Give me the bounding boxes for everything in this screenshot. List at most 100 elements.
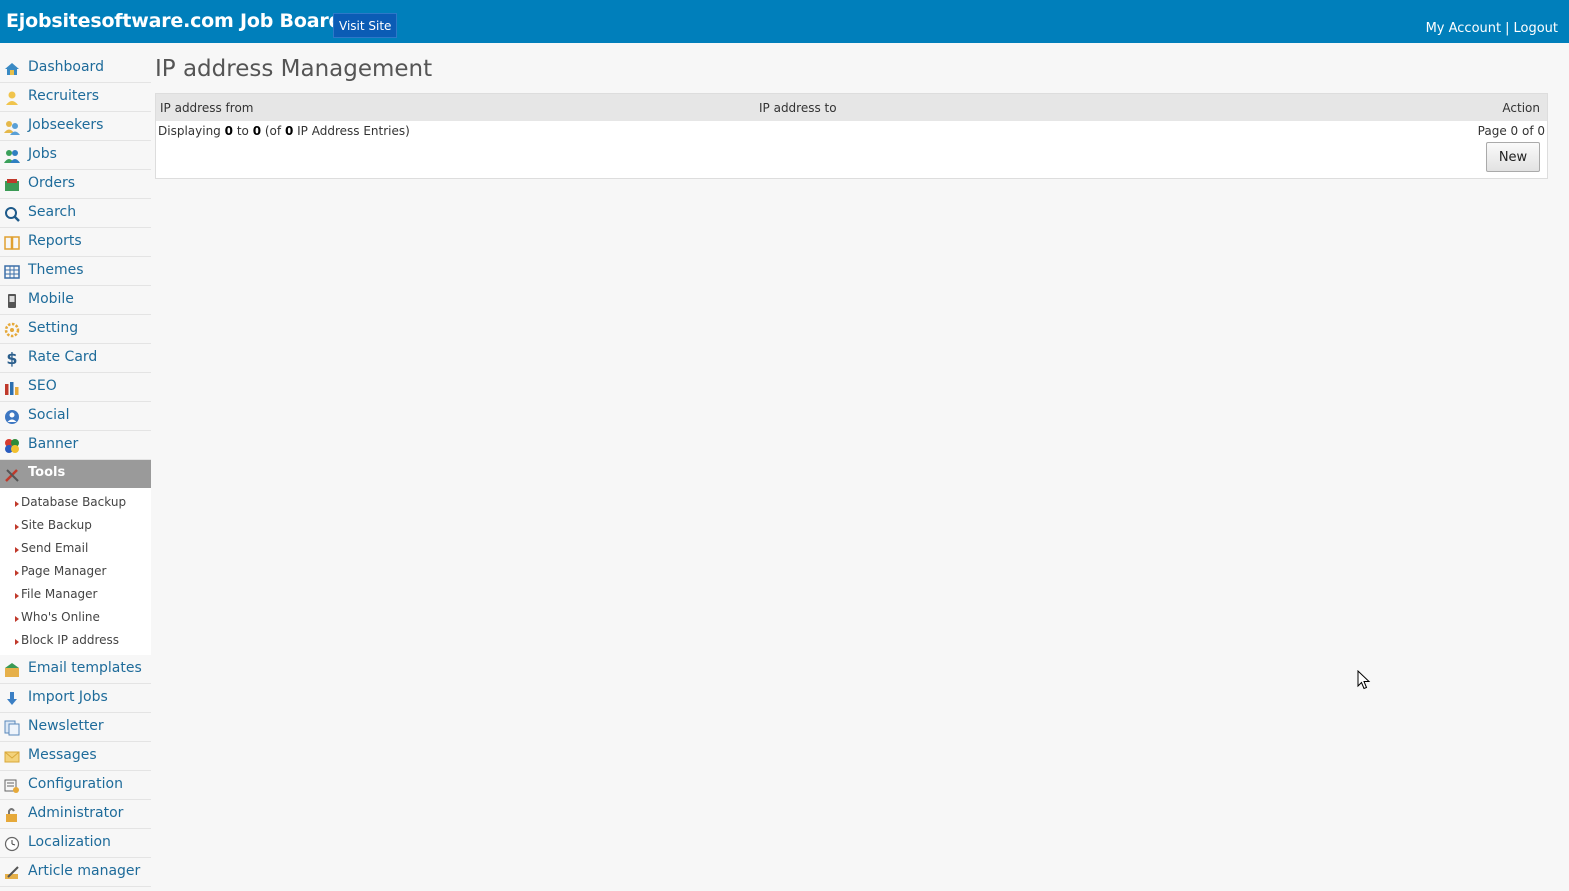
submenu-item-send-email[interactable]: Send Email [0,537,151,560]
lock-icon [4,807,20,823]
bullet-arrow-icon [15,593,19,599]
info-of: (of [264,124,282,138]
sidebar-item-import-jobs[interactable]: Import Jobs [0,684,151,713]
record-count-info: Displaying 0 to 0 (of 0 IP Address Entri… [158,124,410,138]
sidebar-item-label: Dashboard [28,59,104,75]
account-links: My Account | Logout [1426,21,1558,36]
sidebar-item-email-templates[interactable]: Email templates [0,655,151,684]
download-icon [4,691,20,707]
submenu-item-label: Block IP address [21,633,120,647]
submenu-item-label: File Manager [21,587,98,601]
info-end: 0 [252,124,262,138]
sidebar-item-localization[interactable]: Localization [0,829,151,858]
user-icon [4,90,20,106]
sidebar-nav: Dashboard Recruiters Jobseekers Jobs Ord… [0,54,151,887]
sidebar-item-label: Social [28,407,70,423]
sidebar-item-seo[interactable]: SEO [0,373,151,402]
column-header-ip-to[interactable]: IP address to [759,101,837,115]
sidebar-item-label: Jobseekers [28,117,104,133]
info-to: to [236,124,249,138]
info-total: 0 [284,124,294,138]
new-button[interactable]: New [1486,142,1540,172]
column-header-action: Action [1502,101,1540,115]
sidebar-item-label: Email templates [28,660,142,676]
sidebar-item-label: Themes [28,262,84,278]
banner-icon [4,438,20,454]
newsletter-icon [4,720,20,736]
sidebar-item-label: Jobs [28,146,57,162]
pen-icon [4,865,20,881]
submenu-item-block-ip-address[interactable]: Block IP address [0,629,151,652]
sidebar-item-jobs[interactable]: Jobs [0,141,151,170]
users-icon [4,119,20,135]
submenu-item-label: Database Backup [21,495,127,509]
bullet-arrow-icon [15,616,19,622]
sidebar-item-reports[interactable]: Reports [0,228,151,257]
sidebar-item-label: Newsletter [28,718,104,734]
book-icon [4,235,20,251]
sidebar-item-label: Reports [28,233,82,249]
sidebar-item-label: Banner [28,436,79,452]
bar-chart-icon [4,380,20,396]
bullet-arrow-icon [15,639,19,645]
sidebar-item-themes[interactable]: Themes [0,257,151,286]
pagination-info: Page 0 of 0 [1477,124,1545,138]
sidebar-item-label: Messages [28,747,97,763]
sidebar-item-label: Localization [28,834,111,850]
site-brand-title[interactable]: Ejobsitesoftware.com Job Board [6,10,342,32]
sidebar-item-label: Recruiters [28,88,100,104]
submenu-item-label: Send Email [21,541,89,555]
bullet-arrow-icon [15,547,19,553]
bullet-arrow-icon [15,570,19,576]
sidebar-item-configuration[interactable]: Configuration [0,771,151,800]
page-title: IP address Management [155,56,433,82]
sidebar-item-administrator[interactable]: Administrator [0,800,151,829]
grid-icon [4,264,20,280]
submenu-item-site-backup[interactable]: Site Backup [0,514,151,537]
sidebar-item-newsletter[interactable]: Newsletter [0,713,151,742]
top-header-bar: Ejobsitesoftware.com Job Board Visit Sit… [0,0,1569,43]
main-content: IP address Management IP address from IP… [155,56,1548,179]
sidebar-item-search[interactable]: Search [0,199,151,228]
tools-icon [4,467,20,483]
submenu-item-database-backup[interactable]: Database Backup [0,491,151,514]
sidebar-item-article-manager[interactable]: Article manager [0,858,151,887]
logout-link[interactable]: Logout [1513,21,1558,36]
gear-icon [4,322,20,338]
visit-site-button[interactable]: Visit Site [333,13,398,38]
sidebar-item-social[interactable]: Social [0,402,151,431]
submenu-item-label: Who's Online [21,610,100,624]
sidebar-item-label: Orders [28,175,76,191]
sidebar-item-label: SEO [28,378,57,394]
cart-icon [4,177,20,193]
submenu-item-page-manager[interactable]: Page Manager [0,560,151,583]
sidebar-item-messages[interactable]: Messages [0,742,151,771]
sidebar-item-label: Configuration [28,776,123,792]
home-icon [4,61,20,77]
envelope-open-icon [4,662,20,678]
my-account-link[interactable]: My Account [1426,21,1502,36]
column-header-ip-from[interactable]: IP address from [160,101,253,115]
submenu-item-whos-online[interactable]: Who's Online [0,606,151,629]
mobile-icon [4,293,20,309]
sidebar-item-label: Administrator [28,805,124,821]
mail-icon [4,749,20,765]
people-icon [4,148,20,164]
sidebar-item-rate-card[interactable]: $ Rate Card [0,344,151,373]
submenu-item-file-manager[interactable]: File Manager [0,583,151,606]
sidebar-item-dashboard[interactable]: Dashboard [0,54,151,83]
sidebar-item-jobseekers[interactable]: Jobseekers [0,112,151,141]
sidebar-item-banner[interactable]: Banner [0,431,151,460]
search-icon [4,206,20,222]
table-header: IP address from IP address to Action [156,94,1547,121]
sidebar-item-tools[interactable]: Tools [0,460,151,488]
sidebar-item-label: Import Jobs [28,689,108,705]
sidebar-item-orders[interactable]: Orders [0,170,151,199]
sidebar-item-label: Mobile [28,291,74,307]
bullet-arrow-icon [15,501,19,507]
sidebar-item-recruiters[interactable]: Recruiters [0,83,151,112]
sidebar-item-setting[interactable]: Setting [0,315,151,344]
info-start: 0 [224,124,233,138]
sidebar-item-mobile[interactable]: Mobile [0,286,151,315]
info-prefix: Displaying [158,124,221,138]
